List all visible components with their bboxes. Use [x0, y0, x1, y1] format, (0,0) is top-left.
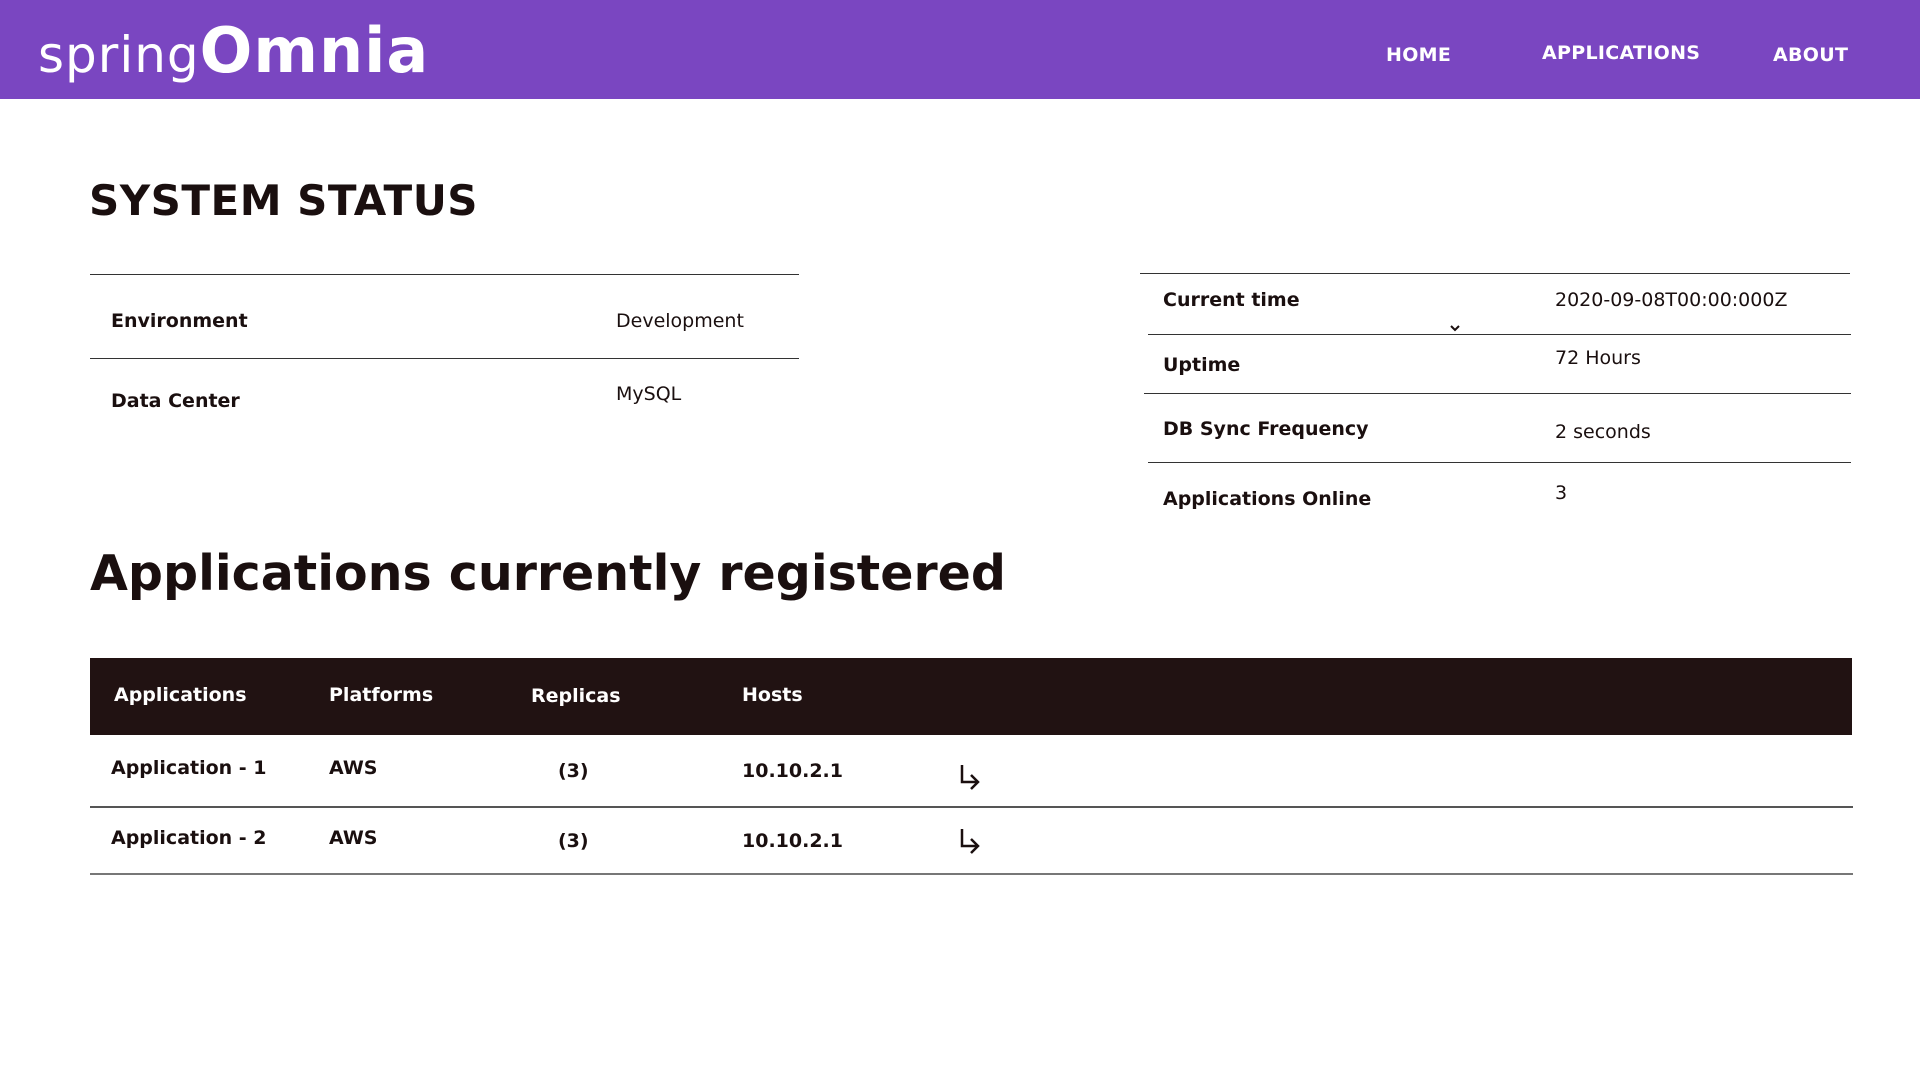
column-header-applications[interactable]: Applications	[114, 684, 247, 706]
replica-count: (3)	[558, 830, 589, 852]
applications-section-title: Applications currently registered	[90, 545, 1006, 602]
row-divider	[90, 873, 1853, 875]
arrow-down-right-icon[interactable]	[957, 826, 983, 856]
application-name[interactable]: Application - 2	[111, 827, 267, 849]
data-center-value: MySQL	[616, 383, 682, 405]
uptime-label: Uptime	[1163, 354, 1241, 376]
column-header-hosts[interactable]: Hosts	[742, 684, 803, 706]
data-center-label: Data Center	[111, 390, 240, 412]
host-address: 10.10.2.1	[742, 830, 843, 852]
arrow-down-right-icon[interactable]	[957, 762, 983, 792]
platform-name: AWS	[329, 757, 378, 779]
divider	[1148, 462, 1851, 463]
host-address: 10.10.2.1	[742, 760, 843, 782]
table-header: Applications Platforms Replicas Hosts	[90, 658, 1852, 735]
divider	[90, 274, 799, 275]
applications-online-label: Applications Online	[1163, 488, 1372, 510]
brand-logo[interactable]: springOmnia	[38, 14, 429, 87]
nav-home-link[interactable]: HOME	[1386, 44, 1451, 66]
row-divider	[90, 806, 1853, 808]
applications-online-value: 3	[1555, 482, 1568, 504]
page-title: SYSTEM STATUS	[89, 176, 479, 225]
db-sync-frequency-label: DB Sync Frequency	[1163, 418, 1369, 440]
uptime-value: 72 Hours	[1555, 347, 1641, 369]
chevron-down-icon[interactable]	[1448, 321, 1462, 335]
application-name[interactable]: Application - 1	[111, 757, 267, 779]
brand-name-part-1: spring	[38, 26, 200, 84]
divider	[90, 358, 799, 359]
replica-count: (3)	[558, 760, 589, 782]
db-sync-frequency-value: 2 seconds	[1555, 421, 1651, 443]
platform-name: AWS	[329, 827, 378, 849]
current-time-value: 2020-09-08T00:00:000Z	[1555, 289, 1788, 311]
current-time-label: Current time	[1163, 289, 1300, 311]
brand-name-part-2: Omnia	[199, 14, 430, 87]
top-nav-bar: springOmnia HOME APPLICATIONS ABOUT	[0, 0, 1920, 99]
column-header-replicas[interactable]: Replicas	[531, 685, 621, 707]
environment-label: Environment	[111, 310, 248, 332]
divider	[1140, 273, 1850, 274]
nav-applications-link[interactable]: APPLICATIONS	[1542, 42, 1700, 64]
divider	[1148, 334, 1851, 335]
nav-about-link[interactable]: ABOUT	[1773, 44, 1848, 66]
divider	[1144, 393, 1851, 394]
column-header-platforms[interactable]: Platforms	[329, 684, 433, 706]
environment-value: Development	[616, 310, 744, 332]
